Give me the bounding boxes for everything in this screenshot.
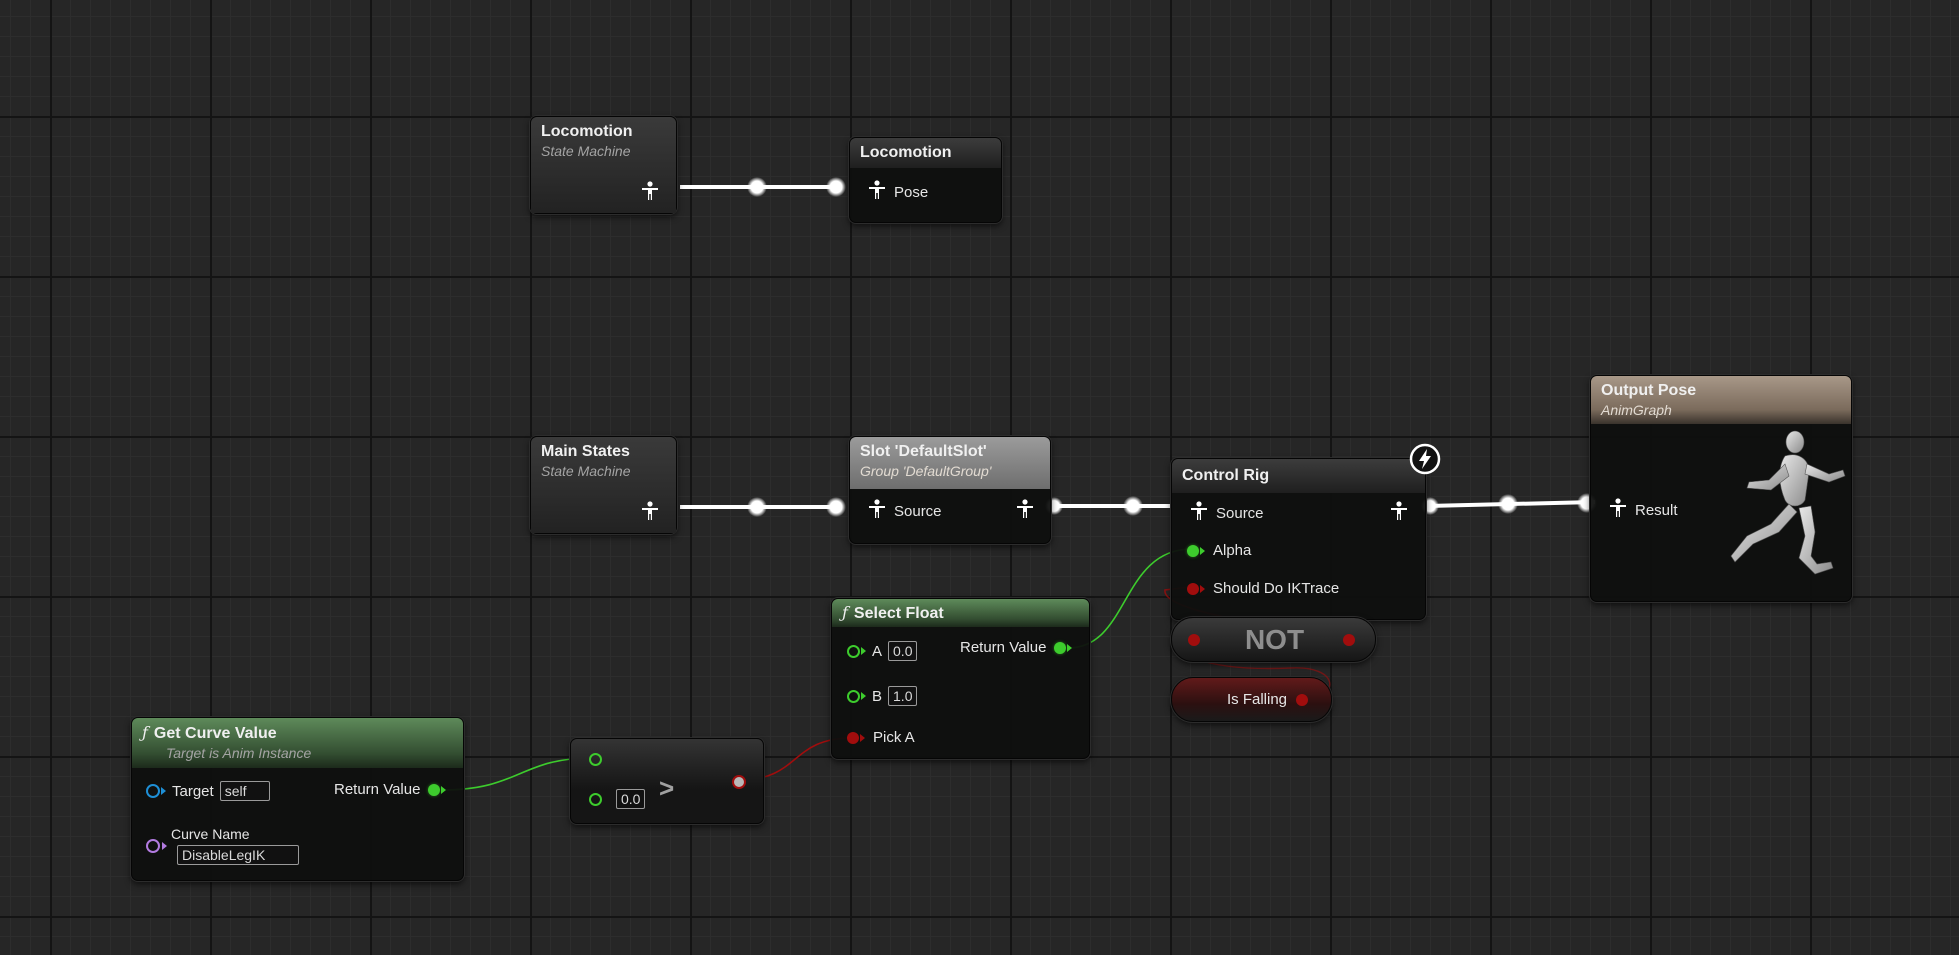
operator-label: > — [659, 773, 675, 803]
pin-label: Should Do IKTrace — [1213, 580, 1340, 597]
node-locomotion-state-machine[interactable]: Locomotion State Machine — [530, 116, 677, 214]
node-title: Slot 'DefaultSlot' — [860, 443, 987, 460]
mannequin-pose-icon[interactable] — [641, 181, 659, 206]
node-select-float[interactable]: ƒ Select Float A 0.0 B 1.0 Pick A Return … — [831, 598, 1090, 759]
pin-label: B — [872, 687, 883, 705]
bool-pin-icon[interactable] — [1187, 582, 1199, 595]
function-f-icon: ƒ — [842, 603, 848, 622]
pin-label: Source — [1216, 504, 1264, 522]
a-value-field[interactable]: 0.0 — [888, 641, 918, 661]
float-pin-icon[interactable] — [589, 793, 602, 806]
node-title: Control Rig — [1182, 467, 1270, 484]
node-subtitle: State Machine — [541, 143, 631, 159]
pin-label: Target — [172, 782, 214, 800]
name-pin-icon[interactable] — [146, 839, 160, 853]
node-not[interactable]: NOT — [1171, 617, 1376, 662]
pin-row-should-do-iktrace[interactable]: Should Do IKTrace — [1187, 580, 1339, 597]
node-subtitle: Group 'DefaultGroup' — [860, 463, 992, 479]
node-greater-than[interactable]: 0.0 > — [570, 738, 764, 824]
bool-pin-icon[interactable] — [1296, 694, 1308, 706]
pin-row-pick-a[interactable]: Pick A — [847, 729, 915, 746]
bool-pin-icon[interactable] — [1343, 634, 1355, 646]
pin-label: Source — [894, 502, 942, 520]
pin-row-alpha[interactable]: Alpha — [1187, 542, 1251, 559]
pin-label: Pick A — [873, 729, 915, 746]
b-value-field[interactable]: 0.0 — [616, 789, 646, 809]
lightning-bolt-icon — [1409, 443, 1441, 480]
node-is-falling[interactable]: Is Falling — [1171, 677, 1332, 722]
pin-row-return-value[interactable]: Return Value — [960, 639, 1073, 656]
float-pin-icon[interactable] — [428, 783, 441, 796]
node-subtitle: State Machine — [541, 463, 631, 479]
mannequin-pose-icon[interactable] — [1190, 501, 1208, 525]
node-output-pose[interactable]: Output Pose AnimGraph Result — [1590, 375, 1852, 602]
node-label: Is Falling — [1227, 691, 1288, 708]
node-locomotion-result[interactable]: Locomotion Pose — [849, 137, 1002, 223]
pin-row-a[interactable]: A 0.0 — [847, 641, 918, 661]
node-get-curve-value[interactable]: ƒ Get Curve Value Target is Anim Instance… — [131, 717, 464, 881]
running-mannequin-icon — [1719, 428, 1851, 599]
node-slot-default[interactable]: Slot 'DefaultSlot' Group 'DefaultGroup' … — [849, 436, 1051, 544]
pin-label: A — [872, 642, 883, 660]
pin-label: Return Value — [960, 639, 1047, 656]
wire-mainstates-slot[interactable] — [680, 497, 846, 517]
node-title: Locomotion — [860, 144, 952, 161]
target-value-field[interactable]: self — [219, 781, 270, 801]
wire-controlrig-output[interactable] — [1421, 493, 1597, 515]
node-control-rig[interactable]: Control Rig Source Alpha Should Do IKTra… — [1171, 443, 1441, 620]
pin-row-pose[interactable]: Pose — [868, 180, 928, 204]
mannequin-pose-icon[interactable] — [868, 499, 886, 523]
float-pin-icon[interactable] — [589, 753, 602, 766]
node-subtitle: AnimGraph — [1601, 402, 1672, 418]
node-title: Main States — [541, 443, 630, 460]
bool-pin-icon[interactable] — [847, 731, 859, 744]
bool-pin-icon[interactable] — [732, 775, 746, 789]
pin-row-b[interactable]: B 1.0 — [847, 686, 918, 706]
curve-name-field[interactable]: DisableLegIK — [177, 845, 299, 865]
pin-label: Curve Name — [171, 826, 250, 842]
mannequin-pose-icon[interactable] — [868, 180, 886, 204]
pin-row-result[interactable]: Result — [1609, 498, 1678, 522]
node-title: Output Pose — [1601, 382, 1697, 399]
float-pin-icon[interactable] — [847, 644, 860, 658]
function-f-icon: ƒ — [142, 723, 148, 742]
float-pin-icon[interactable] — [847, 689, 860, 703]
mannequin-pose-icon[interactable] — [1390, 501, 1408, 526]
node-title: Select Float — [853, 605, 944, 622]
pin-label: Pose — [894, 183, 929, 201]
pin-row-source[interactable]: Source — [868, 499, 942, 523]
pin-label: Result — [1635, 501, 1678, 519]
mannequin-pose-icon[interactable] — [1609, 498, 1627, 522]
pin-row-source[interactable]: Source — [1190, 501, 1264, 525]
node-subtitle: Target is Anim Instance — [166, 745, 312, 761]
wire-slot-controlrig[interactable] — [1045, 496, 1172, 516]
object-pin-icon[interactable] — [146, 784, 160, 798]
pin-label: Alpha — [1213, 542, 1252, 559]
node-title: Get Curve Value — [153, 725, 277, 742]
pin-row-target[interactable]: Target self — [146, 781, 270, 801]
mannequin-pose-icon[interactable] — [1016, 499, 1034, 524]
node-title: Locomotion — [541, 123, 633, 140]
pin-row-return-value[interactable]: Return Value — [334, 781, 447, 798]
mannequin-pose-icon[interactable] — [641, 501, 659, 526]
wire-locomotion-pose[interactable] — [680, 177, 846, 197]
float-pin-icon[interactable] — [1187, 544, 1199, 557]
b-value-field[interactable]: 1.0 — [888, 686, 918, 706]
pin-label: Return Value — [334, 781, 421, 798]
node-main-states-state-machine[interactable]: Main States State Machine — [530, 436, 677, 534]
float-pin-icon[interactable] — [1054, 641, 1067, 654]
